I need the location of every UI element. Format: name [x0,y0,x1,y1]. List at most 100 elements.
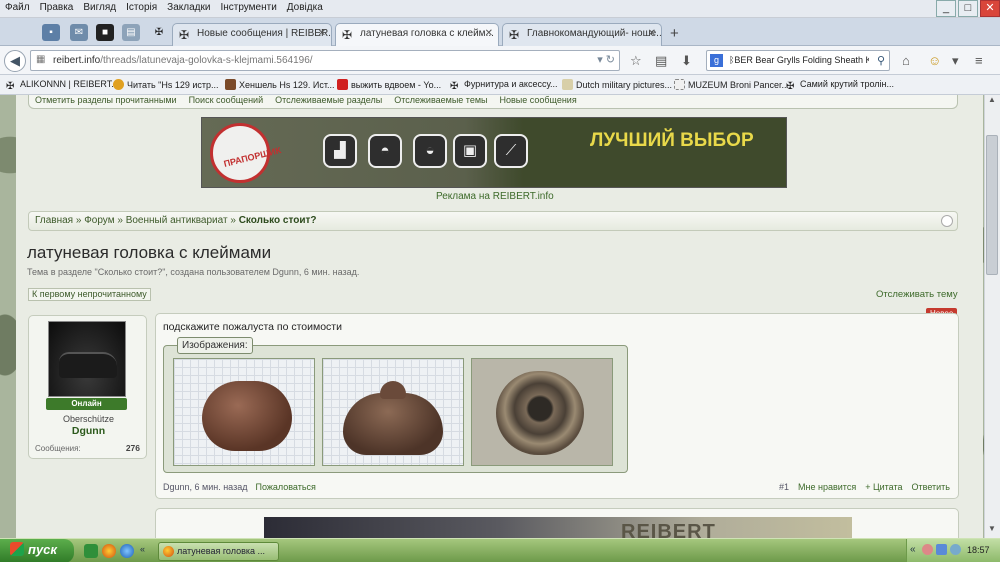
attachment-thumbnail[interactable] [471,358,613,466]
first-unread-button[interactable]: К первому непрочитанному [28,288,151,301]
menu-file[interactable]: Файл [0,0,35,15]
post-number-link[interactable]: #1 [779,482,789,492]
attachment-thumbnail[interactable] [173,358,315,466]
bookmark-label: Читать "Нs 129 истр... [127,80,219,90]
bookmark-item[interactable]: Читать "Нs 129 истр... [113,79,219,90]
pinned-tab-cross-icon[interactable]: ✠ [150,24,168,41]
site-icon [225,79,236,90]
bookmark-item[interactable]: Dutch military pictures... [562,79,672,90]
breadcrumb-home[interactable]: Главная [35,215,73,226]
ad-label-link[interactable]: Реклама на REIBERT.info [436,191,554,202]
bookmark-item[interactable]: Хеншель Нs 129. Ист... [225,79,334,90]
report-link[interactable]: Пожаловаться [255,482,315,492]
iron-cross-icon: ✠ [786,81,795,92]
messages-count: 276 [125,443,140,453]
downloads-icon[interactable]: ⬇ [681,53,692,69]
search-messages-link[interactable]: Поиск сообщений [189,95,264,105]
bookmark-item[interactable]: ✠ ALIKONNN | REIBERT.... [6,79,121,92]
new-tab-button[interactable]: + [670,25,679,42]
google-search-engine-icon[interactable]: g [710,54,723,67]
menu-bookmarks[interactable]: Закладки [162,0,215,15]
quicklaunch-firefox-icon[interactable] [102,544,116,558]
close-tab-icon[interactable]: ✕ [318,28,326,39]
post-author-time[interactable]: Dgunn, 6 мин. назад [163,482,247,492]
menu-icon[interactable]: ≡ [975,53,983,68]
bookmark-item[interactable]: MUZEUM Broni Pancer... [674,79,789,90]
attachment-thumbnail[interactable] [322,358,464,466]
close-tab-icon[interactable]: ✕ [648,28,656,39]
addon-icon[interactable]: ☺ [928,53,941,68]
search-input[interactable]: g ᛒBER Bear Grylls Folding Sheath Knife … [706,50,890,71]
breadcrumb-forum[interactable]: Форум [84,215,114,226]
url-bar[interactable]: ▦ reibert.info/threads/latunevaja-golovk… [30,50,620,71]
stamp-text: ПРАПОРЩИК [222,145,283,169]
home-icon[interactable]: ⌂ [902,53,910,68]
bookmark-star-icon[interactable]: ☆ [630,53,642,69]
clock[interactable]: 18:57 [967,545,990,555]
quicklaunch-ie-icon[interactable] [120,544,134,558]
new-messages-link[interactable]: Новые сообщения [499,95,576,105]
taskbar-window-firefox[interactable]: латуневая головка ... [158,542,279,561]
breadcrumb-current[interactable]: Сколько стоит? [239,215,317,226]
bookmark-item[interactable]: ✠ Фурнитура и аксессу... [450,79,558,92]
reload-icon[interactable]: ▾ ↻ [597,53,615,66]
tab-label: Новые сообщения | REIBER... [197,28,332,39]
pinned-tab-mail-icon[interactable]: ✉ [70,24,88,41]
pinned-tab-page-icon[interactable]: ▤ [122,24,140,41]
tray-app-icon[interactable] [922,544,933,555]
volume-icon[interactable] [950,544,961,555]
url-path: /threads/latunevaja-golovka-s-klejmami.5… [100,55,313,66]
bookmark-item[interactable]: ✠ Самий крутий тролін... [786,79,894,92]
tab-new-messages[interactable]: ✠ Новые сообщения | REIBER... ✕ [172,23,332,46]
avatar[interactable] [48,321,126,397]
tray-collapse-icon[interactable]: « [910,544,916,555]
cap-icon: ◓ [368,134,402,168]
site-identity-icon[interactable]: ▦ [36,54,45,65]
tab-commander[interactable]: ✠ Главнокомандующий- ноше... ✕ [502,23,662,46]
scroll-up-arrow-icon[interactable]: ▲ [984,95,1000,109]
url-host: reibert.info [53,55,101,66]
dropdown-icon[interactable]: ▾ [952,53,959,69]
menu-view[interactable]: Вигляд [78,0,121,15]
menu-tools[interactable]: Інструменти [215,0,281,15]
minimize-button[interactable]: _ [936,0,956,17]
mark-forums-read-link[interactable]: Отметить разделы прочитанными [35,95,177,105]
menu-history[interactable]: Історія [121,0,162,15]
reading-list-icon[interactable]: ▤ [655,53,667,69]
watch-thread-link[interactable]: Отслеживать тему [876,289,958,300]
jump-menu-icon[interactable] [941,215,953,227]
quicklaunch-expand-icon[interactable]: « [140,544,148,558]
like-link[interactable]: Мне нравится [798,482,856,492]
watched-threads-link[interactable]: Отслеживаемые темы [394,95,487,105]
back-button[interactable]: ◀ [4,50,26,72]
bookmark-label: Dutch military pictures... [576,80,673,90]
youtube-icon [337,79,348,90]
bookmark-item[interactable]: выжить вдвоем - Yo... [337,79,441,90]
taskbar-window-label: латуневая головка ... [177,546,265,556]
attachments-block: Изображения: [163,337,628,473]
pinned-tab-chat-icon[interactable]: ▪ [42,24,60,41]
pinned-tab-iso-icon[interactable]: ■ [96,24,114,41]
username-link[interactable]: Dgunn [29,425,148,437]
scroll-down-arrow-icon[interactable]: ▼ [984,524,1000,538]
quicklaunch-app-icon[interactable] [84,544,98,558]
tab-current-thread[interactable]: ✠ латуневая головка с клейм... ✕ [335,23,499,47]
page-viewport: Отметить разделы прочитанными Поиск сообщ… [0,95,1000,538]
menu-help[interactable]: Довідка [282,0,328,15]
menu-edit[interactable]: Правка [35,0,79,15]
search-icon[interactable]: ⚲ [877,54,885,67]
close-tab-icon[interactable]: ✕ [485,28,493,39]
start-button[interactable]: пуск [0,539,74,562]
reibert-banner[interactable]: REIBERT [264,517,852,538]
breadcrumb-separator: » [230,215,236,226]
ad-banner[interactable]: ПРАПОРЩИК ▟ ◓ ◒ ▣ ⟋ ЛУЧШИЙ ВЫБОР [201,117,787,188]
breadcrumb-military-antiques[interactable]: Военный антиквариат [126,215,228,226]
maximize-button[interactable]: □ [958,0,978,17]
search-value: ᛒBER Bear Grylls Folding Sheath Knife [729,55,869,65]
watched-forums-link[interactable]: Отслеживаемые разделы [275,95,382,105]
quote-link[interactable]: + Цитата [865,482,902,492]
reply-link[interactable]: Ответить [912,482,950,492]
network-icon[interactable] [936,544,947,555]
close-button[interactable]: ✕ [980,0,1000,17]
scrollbar-thumb[interactable] [986,135,998,275]
